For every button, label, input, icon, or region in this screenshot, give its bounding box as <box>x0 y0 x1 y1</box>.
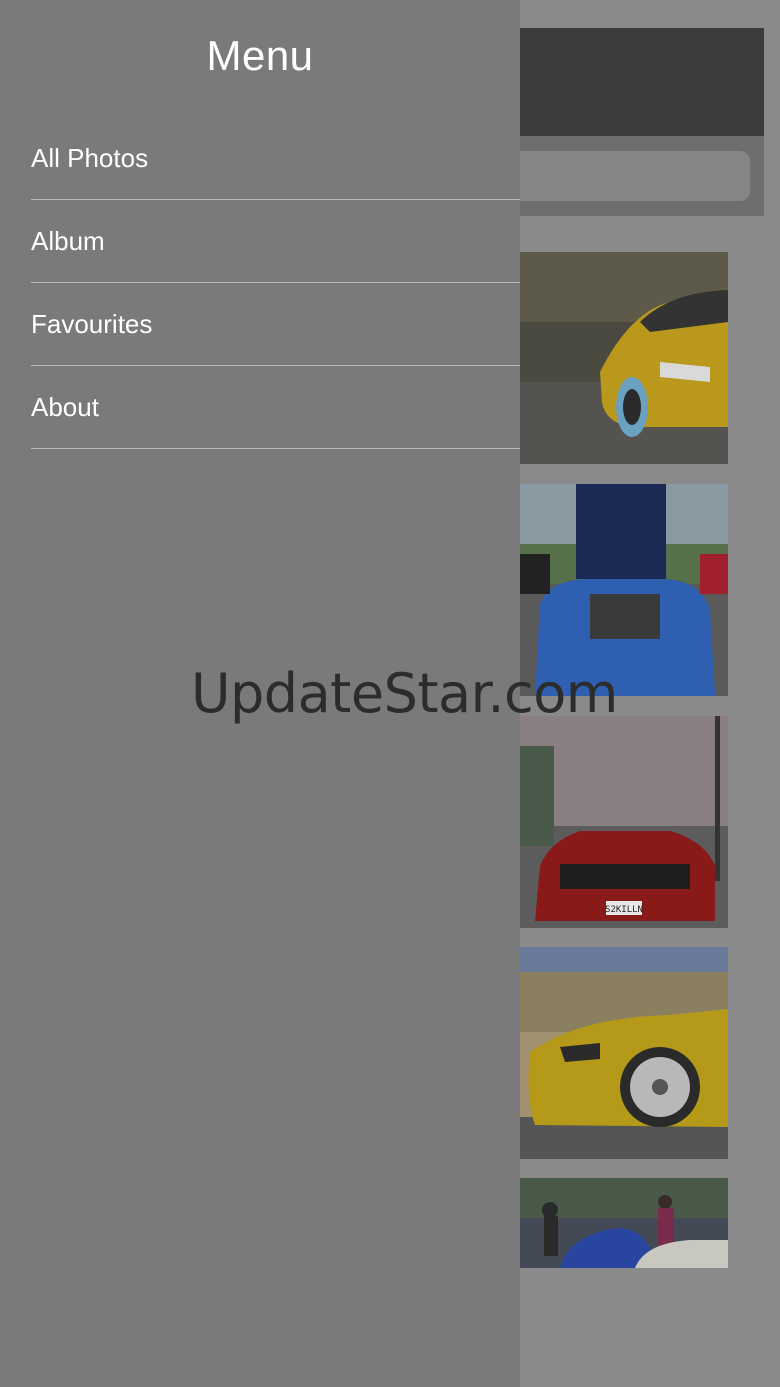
menu-item-all-photos[interactable]: All Photos <box>31 117 520 200</box>
photo-thumbnail[interactable] <box>520 1178 728 1268</box>
menu-item-favourites[interactable]: Favourites <box>31 283 520 366</box>
photo-thumbnail[interactable] <box>520 947 728 1159</box>
photo-thumbnail[interactable]: S2KILLN <box>520 716 728 928</box>
watermark-text: UpdateStar.com <box>191 662 618 725</box>
red-car-photo: S2KILLN <box>520 716 728 928</box>
yellow-car-photo <box>520 252 728 464</box>
car-meet-photo <box>520 1178 728 1268</box>
drawer-title: Menu <box>206 32 314 79</box>
menu-item-album[interactable]: Album <box>31 200 520 283</box>
photo-thumbnail[interactable] <box>520 252 728 464</box>
yellow-car-side-photo <box>520 947 728 1159</box>
menu-list: All Photos Album Favourites About <box>31 117 520 449</box>
app-screen: S2KILLN Menu All Photos Album Favourites… <box>0 0 780 1387</box>
license-plate-text: S2KILLN <box>605 905 643 915</box>
menu-item-about[interactable]: About <box>31 366 520 449</box>
